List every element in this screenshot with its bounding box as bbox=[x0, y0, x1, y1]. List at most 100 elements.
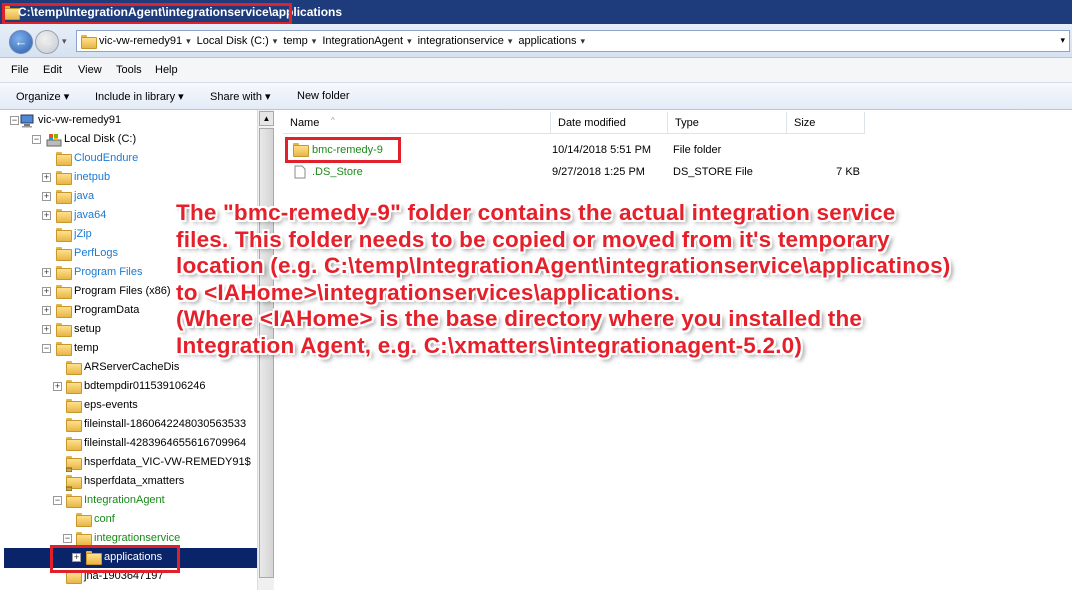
new-folder-button[interactable]: New folder bbox=[297, 90, 350, 102]
menu-file[interactable]: File bbox=[11, 64, 29, 76]
folder-icon bbox=[56, 247, 72, 262]
column-type-label: Type bbox=[675, 117, 699, 129]
annotation-line: (Where <IAHome> is the base directory wh… bbox=[176, 306, 863, 331]
menu-bar: File Edit View Tools Help bbox=[0, 58, 1072, 82]
column-header-type[interactable]: Type bbox=[668, 112, 787, 134]
expand-icon[interactable]: + bbox=[42, 325, 51, 334]
collapse-icon[interactable]: − bbox=[10, 116, 19, 125]
tree-item-label: java64 bbox=[74, 209, 107, 221]
file-name: .DS_Store bbox=[312, 166, 363, 178]
arrow-left-icon: ← bbox=[14, 34, 28, 49]
chevron-down-icon[interactable]: ▾ bbox=[580, 36, 585, 46]
tree-item-label: Program Files (x86) bbox=[74, 285, 171, 297]
collapse-icon[interactable]: − bbox=[53, 496, 62, 505]
file-date-modified: 9/27/2018 1:25 PM bbox=[552, 166, 645, 178]
sort-ascending-icon: ^ bbox=[331, 116, 335, 125]
annotation-line: files. This folder needs to be copied or… bbox=[176, 226, 890, 252]
tree-item-label: fileinstall-1860642248030563533 bbox=[84, 418, 247, 430]
breadcrumb-item[interactable]: integrationservice bbox=[418, 35, 504, 47]
tree-item[interactable]: hsperfdata_VIC-VW-REMEDY91$ bbox=[0, 454, 256, 472]
tree-item[interactable]: hsperfdata_xmatters bbox=[0, 473, 256, 491]
breadcrumb-item[interactable]: IntegrationAgent bbox=[322, 35, 403, 47]
breadcrumb-item[interactable]: vic-vw-remedy91 bbox=[99, 35, 182, 47]
collapse-icon[interactable]: − bbox=[32, 135, 41, 144]
tree-item[interactable]: fileinstall-4283964655616709964 bbox=[0, 435, 256, 453]
folder-icon bbox=[56, 171, 72, 186]
tree-item-label: hsperfdata_VIC-VW-REMEDY91$ bbox=[84, 456, 251, 468]
tree-item-label: IntegrationAgent bbox=[84, 494, 165, 506]
chevron-down-icon[interactable]: ▾ bbox=[407, 36, 412, 46]
menu-view[interactable]: View bbox=[78, 64, 102, 76]
chevron-down-icon[interactable]: ▾ bbox=[186, 36, 191, 46]
tree-item[interactable]: + bdtempdir011539106246 bbox=[0, 378, 256, 396]
tree-item-label: fileinstall-4283964655616709964 bbox=[84, 437, 247, 449]
expand-icon[interactable]: + bbox=[42, 173, 51, 182]
column-header-date[interactable]: Date modified bbox=[551, 112, 668, 134]
tree-item[interactable]: ARServerCacheDis bbox=[0, 359, 256, 377]
folder-icon bbox=[56, 323, 72, 338]
breadcrumb-item[interactable]: temp bbox=[283, 35, 307, 47]
tree-item[interactable]: − vic-vw-remedy91 bbox=[0, 112, 256, 130]
scroll-up-icon[interactable]: ▲ bbox=[259, 111, 274, 126]
tree-item[interactable]: fileinstall-1860642248030563533 bbox=[0, 416, 256, 434]
include-in-library-button[interactable]: Include in library ▾ bbox=[95, 90, 184, 103]
file-type: DS_STORE File bbox=[673, 166, 753, 178]
folder-icon bbox=[66, 380, 82, 395]
file-type: File folder bbox=[673, 144, 722, 156]
folder-icon bbox=[56, 209, 72, 224]
tree-item[interactable]: − Local Disk (C:) bbox=[0, 131, 256, 149]
bmc-remedy-highlight-box bbox=[285, 137, 401, 163]
address-box[interactable]: vic-vw-remedy91 ▾ Local Disk (C:) ▾ temp ▾ Int… bbox=[76, 30, 1070, 52]
collapse-icon[interactable]: − bbox=[42, 344, 51, 353]
chevron-down-icon[interactable]: ▾ bbox=[273, 36, 278, 46]
expand-icon[interactable]: + bbox=[53, 382, 62, 391]
locked-folder-icon bbox=[66, 475, 82, 491]
tree-item-label: setup bbox=[74, 323, 101, 335]
recent-pages-dropdown[interactable]: ▾ bbox=[62, 36, 67, 47]
collapse-icon[interactable]: − bbox=[63, 534, 72, 543]
organize-button[interactable]: Organize ▾ bbox=[16, 90, 69, 103]
breadcrumb-item[interactable]: Local Disk (C:) bbox=[197, 35, 269, 47]
expand-icon[interactable]: + bbox=[42, 287, 51, 296]
share-with-button[interactable]: Share with ▾ bbox=[210, 90, 271, 103]
menu-help[interactable]: Help bbox=[155, 64, 178, 76]
tree-item-label: java bbox=[74, 190, 95, 202]
tree-item[interactable]: eps-events bbox=[0, 397, 256, 415]
folder-icon bbox=[66, 494, 82, 509]
tree-item-label: Program Files bbox=[74, 266, 143, 278]
file-size: 7 KB bbox=[836, 166, 860, 178]
chevron-down-icon[interactable]: ▾ bbox=[1060, 35, 1065, 46]
tree-item[interactable]: + inetpub bbox=[0, 169, 256, 187]
file-row[interactable]: .DS_Store 9/27/2018 1:25 PM DS_STORE File 7… bbox=[275, 162, 1072, 182]
folder-icon bbox=[56, 266, 72, 281]
folder-icon bbox=[81, 35, 97, 50]
expand-icon[interactable]: + bbox=[42, 306, 51, 315]
locked-folder-icon bbox=[66, 456, 82, 472]
folder-icon bbox=[56, 285, 72, 300]
tree-item[interactable]: conf bbox=[0, 511, 256, 529]
menu-tools[interactable]: Tools bbox=[116, 64, 142, 76]
tree-item[interactable]: − IntegrationAgent bbox=[0, 492, 256, 510]
expand-icon[interactable]: + bbox=[42, 192, 51, 201]
chevron-down-icon[interactable]: ▾ bbox=[508, 36, 513, 46]
breadcrumb-item[interactable]: applications bbox=[518, 35, 576, 47]
folder-icon bbox=[66, 437, 82, 452]
tree-item-label: eps-events bbox=[84, 399, 138, 411]
folder-icon bbox=[66, 361, 82, 376]
forward-button[interactable]: → bbox=[35, 30, 59, 54]
tree-item[interactable]: CloudEndure bbox=[0, 150, 256, 168]
file-icon bbox=[293, 165, 307, 182]
column-date-label: Date modified bbox=[558, 117, 626, 129]
menu-edit[interactable]: Edit bbox=[43, 64, 62, 76]
column-header-name[interactable]: Name ^ bbox=[283, 112, 551, 134]
annotation-line: Integration Agent, e.g. C:\xmatters\inte… bbox=[176, 332, 803, 358]
chevron-down-icon[interactable]: ▾ bbox=[312, 36, 317, 46]
computer-icon bbox=[20, 114, 36, 131]
expand-icon[interactable]: + bbox=[42, 211, 51, 220]
folder-icon bbox=[56, 228, 72, 243]
back-button[interactable]: ← bbox=[9, 30, 33, 54]
expand-icon[interactable]: + bbox=[42, 268, 51, 277]
column-header-size[interactable]: Size bbox=[787, 112, 865, 134]
file-date-modified: 10/14/2018 5:51 PM bbox=[552, 144, 652, 156]
applications-highlight-box bbox=[50, 545, 180, 573]
